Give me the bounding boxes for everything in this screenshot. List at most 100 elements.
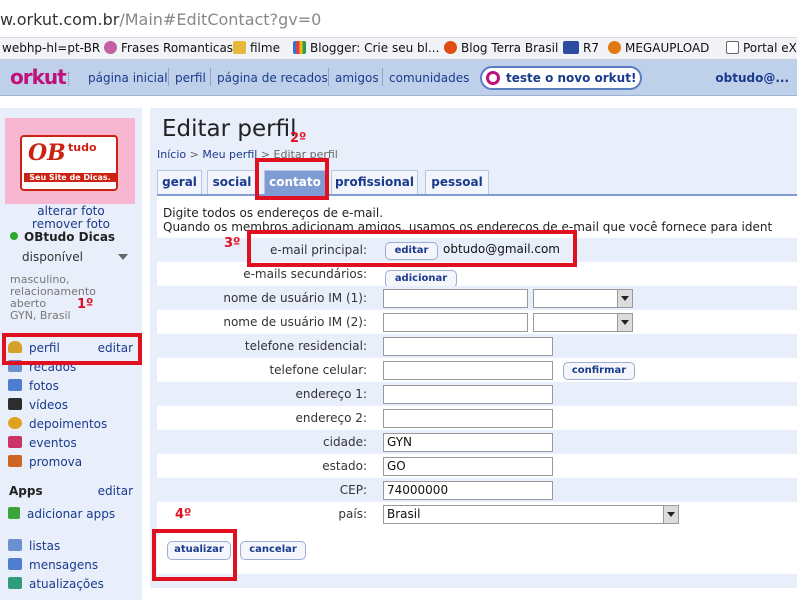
breadcrumb-profile[interactable]: Meu perfil xyxy=(202,148,257,161)
terra-icon xyxy=(444,41,457,54)
annotation-box-4 xyxy=(152,529,237,581)
google-icon xyxy=(293,41,306,54)
sidebar-item-eventos[interactable]: eventos xyxy=(8,436,77,450)
updates-icon xyxy=(8,577,22,589)
tab-social[interactable]: social xyxy=(207,170,257,194)
im2-service-select[interactable] xyxy=(533,313,633,332)
sidebar-item-mensagens[interactable]: mensagens xyxy=(8,558,98,572)
status-dropdown[interactable]: disponível xyxy=(22,250,128,264)
row-home-phone: telefone residencial: xyxy=(157,334,797,358)
url-text[interactable]: w.orkut.com.br/Main#EditContact?gv=0 xyxy=(0,10,321,29)
tab-geral[interactable]: geral xyxy=(157,170,202,194)
row-state: estado: GO xyxy=(157,454,797,478)
row-address2: endereço 2: xyxy=(157,406,797,430)
page-icon xyxy=(726,41,739,54)
home-phone-label: telefone residencial: xyxy=(244,339,367,353)
cancel-button[interactable]: cancelar xyxy=(240,541,306,560)
row-address1: endereço 1: xyxy=(157,382,797,406)
city-label: cidade: xyxy=(323,435,367,449)
bookmark-r7[interactable]: R7 xyxy=(563,41,599,55)
megaupload-icon xyxy=(608,41,621,54)
plus-icon xyxy=(8,507,20,519)
orkut-navbar: orkut página inicial perfil página de re… xyxy=(0,60,797,96)
im2-label: nome de usuário IM (2): xyxy=(223,315,367,329)
sidebar-item-promova[interactable]: promova xyxy=(8,455,82,469)
tab-profissional[interactable]: profissional xyxy=(331,170,418,194)
annotation-label-4: 4º xyxy=(175,507,192,522)
bookmark-terra[interactable]: Blog Terra Brasil xyxy=(444,41,558,55)
im2-input[interactable] xyxy=(383,313,528,332)
address2-input[interactable] xyxy=(383,409,553,428)
orkut-logo[interactable]: orkut xyxy=(4,64,76,92)
annotation-box-3 xyxy=(247,230,577,267)
calendar-icon xyxy=(8,436,22,448)
annotation-box-1 xyxy=(2,333,142,365)
bookmarks-bar: webhp-hl=pt-BR Frases Romanticas filme B… xyxy=(0,38,797,60)
city-input[interactable]: GYN xyxy=(383,433,553,452)
chevron-down-icon xyxy=(118,254,128,260)
row-country: país: Brasil xyxy=(157,502,797,526)
list-icon xyxy=(8,539,22,551)
secondary-emails-label: e-mails secundários: xyxy=(243,267,367,281)
apps-heading: Apps xyxy=(9,484,43,498)
sidebar-item-add-apps[interactable]: adicionar apps xyxy=(8,507,115,521)
row-city: cidade: GYN xyxy=(157,430,797,454)
address1-input[interactable] xyxy=(383,385,553,404)
tab-pessoal[interactable]: pessoal xyxy=(425,170,489,194)
im1-input[interactable] xyxy=(383,289,528,308)
bookmark-webhp[interactable]: webhp-hl=pt-BR xyxy=(2,41,100,55)
bookmark-blogger[interactable]: Blogger: Crie seu bl... xyxy=(293,41,439,55)
bookmark-portal[interactable]: Portal eXp xyxy=(726,41,797,55)
nav-friends[interactable]: amigos xyxy=(335,71,379,85)
row-im1: nome de usuário IM (1): xyxy=(157,286,797,310)
orkut-circle-icon xyxy=(486,71,500,85)
mobile-label: telefone celular: xyxy=(269,363,367,377)
sidebar-item-atualizacoes[interactable]: atualizações xyxy=(8,577,104,591)
annotation-box-2 xyxy=(255,158,329,200)
bookmark-filme[interactable]: filme xyxy=(233,41,280,55)
online-status-icon xyxy=(10,232,18,240)
envelope-icon xyxy=(8,558,22,570)
row-im2: nome de usuário IM (2): xyxy=(157,310,797,334)
remove-photo-link[interactable]: remover foto xyxy=(0,217,142,231)
sidebar-item-depoimentos[interactable]: depoimentos xyxy=(8,417,107,431)
row-mobile: telefone celular: confirmar xyxy=(157,358,797,382)
folder-icon xyxy=(233,41,246,54)
country-select[interactable]: Brasil xyxy=(383,505,679,524)
state-input[interactable]: GO xyxy=(383,457,553,476)
r7-icon xyxy=(563,41,579,54)
annotation-label-2: 2º xyxy=(290,131,307,146)
chevron-down-icon xyxy=(617,314,632,331)
user-account[interactable]: obtudo@... xyxy=(715,71,789,85)
state-label: estado: xyxy=(322,459,367,473)
annotation-label-1: 1º xyxy=(77,297,94,312)
profile-name: OBtudo Dicas xyxy=(10,230,115,244)
nav-communities[interactable]: comunidades xyxy=(389,71,469,85)
nav-profile[interactable]: perfil xyxy=(175,71,206,85)
bookmark-frases[interactable]: Frases Romanticas xyxy=(104,41,233,55)
megaphone-icon xyxy=(8,455,22,467)
annotation-label-3: 3º xyxy=(224,236,241,251)
confirm-button[interactable]: confirmar xyxy=(563,362,635,380)
try-new-orkut-button[interactable]: teste o novo orkut! xyxy=(480,66,642,90)
film-icon xyxy=(8,398,22,410)
sidebar-item-videos[interactable]: vídeos xyxy=(8,398,68,412)
flower-icon xyxy=(104,41,117,54)
profile-photo[interactable]: OB tudo Seu Site de Dicas. xyxy=(5,118,135,204)
sidebar-item-fotos[interactable]: fotos xyxy=(8,379,59,393)
nav-home[interactable]: página inicial xyxy=(88,71,168,85)
nav-scraps[interactable]: página de recados xyxy=(217,71,328,85)
main-content: Editar perfil Início > Meu perfil > Edit… xyxy=(150,108,797,588)
page-title: Editar perfil xyxy=(162,116,297,142)
im1-service-select[interactable] xyxy=(533,289,633,308)
home-phone-input[interactable] xyxy=(383,337,553,356)
edit-apps-link[interactable]: editar xyxy=(98,484,133,498)
sidebar-item-listas[interactable]: listas xyxy=(8,539,60,553)
browser-url-bar[interactable]: w.orkut.com.br/Main#EditContact?gv=0 xyxy=(0,0,797,38)
bookmark-megaupload[interactable]: MEGAUPLOAD xyxy=(608,41,709,55)
zip-label: CEP: xyxy=(339,483,367,497)
mobile-input[interactable] xyxy=(383,361,553,380)
breadcrumb-home[interactable]: Início xyxy=(157,148,186,161)
zip-input[interactable]: 74000000 xyxy=(383,481,553,500)
change-photo-link[interactable]: alterar foto xyxy=(0,204,142,218)
